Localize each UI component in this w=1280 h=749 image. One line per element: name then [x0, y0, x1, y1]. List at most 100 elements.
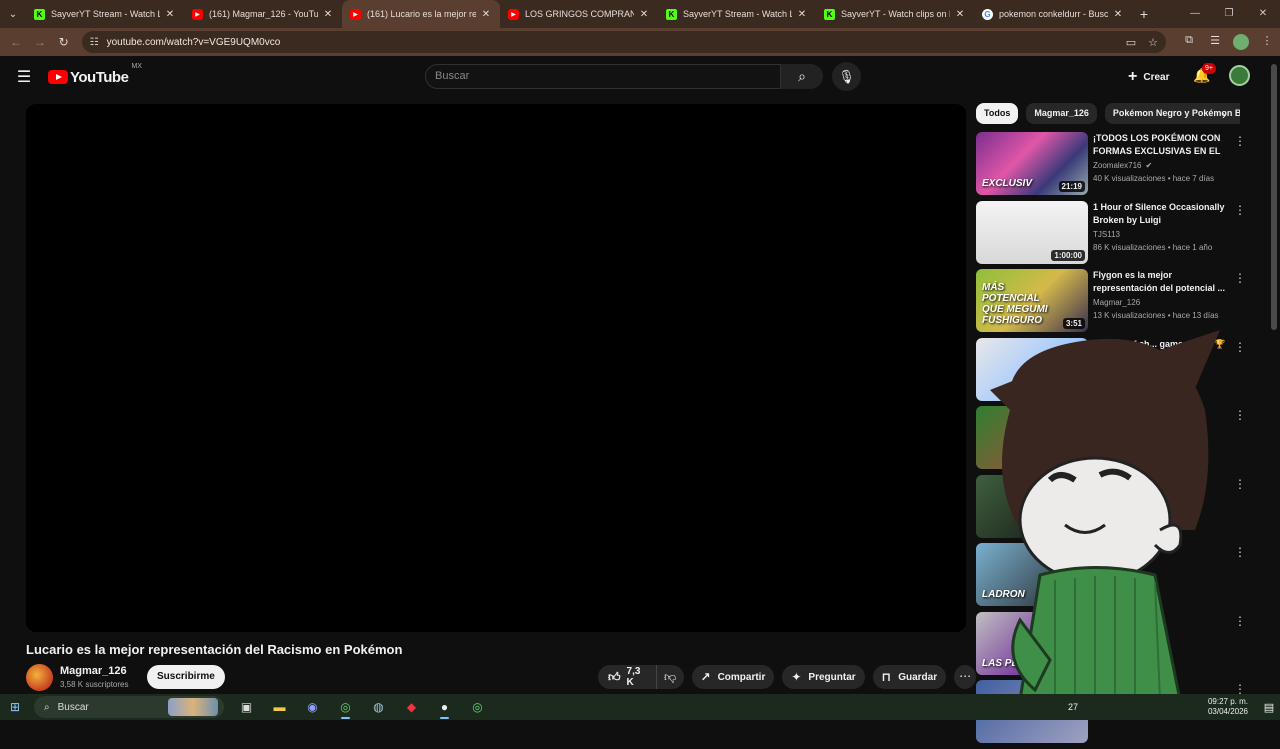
video-player[interactable] [26, 104, 966, 632]
video-thumbnail[interactable] [976, 406, 1088, 469]
more-vert-icon[interactable]: ⋮ [1234, 408, 1246, 422]
game-app-icon[interactable]: ◆ [395, 694, 428, 720]
chips-next-arrow-icon[interactable]: › [1222, 108, 1226, 122]
more-actions-button[interactable]: ⋯ [954, 665, 977, 689]
recommendation-item[interactable]: LAS PEOR ...X ...NQUICIA 3 meses ⋮ [976, 611, 1246, 681]
recommendation-channel[interactable]: alf 🌙 [1093, 367, 1114, 376]
browser-menu-icon[interactable]: ⋮ [1254, 34, 1280, 50]
recommendation-item[interactable]: ...s ⋮ [976, 474, 1246, 544]
filter-chip[interactable]: Todos [976, 103, 1019, 124]
video-thumbnail[interactable]: 1:00:00 [976, 200, 1088, 264]
weather-temp[interactable]: 27 [1068, 702, 1078, 712]
save-button[interactable]: ⊓ Guardar [872, 665, 947, 689]
browser-tab[interactable]: Gpokemon conkeldurr - Buscar ✕ [974, 0, 1132, 28]
discord-icon[interactable]: ◉ [296, 694, 329, 720]
more-vert-icon[interactable]: ⋮ [1234, 545, 1246, 559]
steam-icon[interactable]: ◍ [362, 694, 395, 720]
more-vert-icon[interactable]: ⋮ [1234, 477, 1246, 491]
recommendation-channel[interactable]: TJS113 [1093, 230, 1120, 239]
subscribe-button[interactable]: Suscribirme [147, 665, 225, 689]
recommendation-item[interactable]: 1:00:00 1 Hour of Silence Occasionally Br… [976, 200, 1246, 270]
recommendation-title[interactable]: ¡TODOS LOS POKÉMON CON FORMAS EXCLUSIVAS… [1093, 132, 1228, 158]
video-thumbnail[interactable] [976, 474, 1088, 538]
notifications-button[interactable]: 🔔 9+ [1193, 63, 1216, 84]
tab-close-icon[interactable]: ✕ [954, 9, 966, 20]
chrome-icon[interactable]: ◎ [329, 694, 362, 720]
more-vert-icon[interactable]: ⋮ [1234, 614, 1246, 628]
account-avatar[interactable] [1229, 65, 1250, 86]
bookmark-star-icon[interactable]: ☆ [1148, 36, 1158, 49]
more-vert-icon[interactable]: ⋮ [1234, 203, 1246, 217]
address-bar[interactable]: ☷ youtube.com/watch?v=VGE9UQM0vco ▭ ☆ [81, 31, 1166, 53]
tab-close-icon[interactable]: ✕ [480, 9, 492, 20]
recommendation-title[interactable]: ...TA más [1093, 406, 1228, 419]
search-button[interactable]: ⌕ [781, 64, 823, 89]
video-thumbnail[interactable]: LADRON [976, 543, 1088, 606]
reload-button[interactable]: ↻ [52, 35, 76, 49]
chrome-profile-icon[interactable]: ◎ [461, 694, 494, 720]
file-explorer-icon[interactable]: ▬ [263, 694, 296, 720]
obs-icon[interactable]: ● [428, 694, 461, 720]
back-button[interactable]: ← [4, 35, 28, 49]
like-button[interactable]: 👍︎ 7,3 K [598, 665, 657, 689]
youtube-logo[interactable]: YouTube MX [48, 63, 142, 86]
clock[interactable]: 09:27 p. m. 03/04/2026 [1208, 697, 1248, 717]
browser-tab[interactable]: ▶ LOS GRINGOS COMPRAN BAS ✕ [500, 0, 658, 28]
filter-chip[interactable]: Pokémon Negro y Pokémon Blanco [1104, 103, 1240, 124]
voice-search-button[interactable]: 🎙 [832, 62, 861, 91]
browser-tab[interactable]: ▶ (161) Magmar_126 - YouTube ✕ [184, 0, 342, 28]
recommendation-item[interactable]: MÁS POTENCIAL QUE MEGUMI FUSHIGURO 3:51 Fl… [976, 269, 1246, 338]
recommendation-title[interactable]: ...X ...NQUICIA [1093, 612, 1228, 625]
notification-center-icon[interactable]: ▤ [1258, 701, 1280, 714]
more-vert-icon[interactable]: ⋮ [1234, 134, 1246, 148]
filter-chip[interactable]: Magmar_126 [1026, 103, 1097, 124]
recommendation-title[interactable]: ...ADAS en [1093, 680, 1228, 693]
browser-tab[interactable]: K SayverYT - Watch clips on Kick ✕ [816, 0, 974, 28]
site-info-icon[interactable]: ☷ [90, 37, 99, 48]
tab-close-icon[interactable]: ✕ [638, 9, 650, 20]
create-button[interactable]: + Crear [1128, 66, 1169, 88]
new-tab-button[interactable]: + [1132, 6, 1156, 22]
cast-icon[interactable]: ▭ [1126, 36, 1136, 49]
recommendation-channel[interactable]: Magmar_126 [1093, 298, 1140, 307]
page-scrollbar[interactable] [1271, 64, 1277, 330]
channel-avatar[interactable] [26, 664, 53, 691]
guide-menu-icon[interactable]: ☰ [0, 67, 48, 87]
tab-close-icon[interactable]: ✕ [322, 9, 334, 20]
reading-list-icon[interactable]: ☰ [1202, 34, 1228, 50]
tab-close-icon[interactable]: ✕ [796, 9, 808, 20]
extensions-icon[interactable]: ⧉ [1176, 34, 1202, 50]
start-windows-icon[interactable]: ⊞ [0, 700, 30, 714]
ask-button[interactable]: ✦ Preguntar [782, 665, 865, 689]
video-thumbnail[interactable]: LAS PEOR [976, 611, 1088, 675]
video-thumbnail[interactable]: MÁS POTENCIAL QUE MEGUMI FUSHIGURO 3:51 [976, 269, 1088, 332]
browser-tab[interactable]: K SayverYT Stream - Watch Live o ✕ [26, 0, 184, 28]
more-vert-icon[interactable]: ⋮ [1234, 271, 1246, 285]
recommendation-item[interactable]: LADRON hace 8 días ⋮ [976, 543, 1246, 612]
recommendation-title[interactable]: 1 Hour of Silence Occasionally Broken by… [1093, 201, 1228, 227]
recommendation-title[interactable]: Flygon es la mejor representación del po… [1093, 269, 1228, 295]
channel-name[interactable]: Magmar_126 [60, 665, 127, 677]
browser-tab[interactable]: K SayverYT Stream - Watch Live o ✕ [658, 0, 816, 28]
close-window-button[interactable]: ✕ [1246, 0, 1280, 28]
video-thumbnail[interactable] [976, 337, 1088, 401]
more-vert-icon[interactable]: ⋮ [1234, 340, 1246, 354]
restore-button[interactable]: ❐ [1212, 0, 1246, 28]
profile-avatar[interactable] [1233, 34, 1249, 50]
recommendation-channel[interactable]: Zoomalex716 ✔ [1093, 161, 1152, 170]
search-input[interactable]: Buscar [425, 64, 781, 89]
tab-close-icon[interactable]: ✕ [1112, 9, 1124, 20]
recommendation-item[interactable]: EXCLUSIV 21:19 ¡TODOS LOS POKÉMON CON FORM… [976, 132, 1246, 201]
share-button[interactable]: ↗ Compartir [691, 665, 775, 689]
tab-search-menu-button[interactable]: ⌄ [0, 0, 26, 28]
minimize-button[interactable]: — [1178, 0, 1212, 28]
tab-close-icon[interactable]: ✕ [164, 9, 176, 20]
recommendation-item[interactable]: ...TA más ...5 días ⋮ [976, 406, 1246, 475]
recommendation-title[interactable]: 2 hours of ch... game music 🏆 [1093, 338, 1228, 351]
task-view-icon[interactable]: ▣ [230, 694, 263, 720]
browser-tab[interactable]: ▶ (161) Lucario es la mejor repre ✕ [342, 0, 500, 28]
dislike-button[interactable]: 👎︎ [657, 665, 684, 689]
taskbar-search[interactable]: ⌕ Buscar [34, 696, 224, 718]
forward-button[interactable]: → [28, 35, 52, 49]
video-thumbnail[interactable]: EXCLUSIV 21:19 [976, 132, 1088, 195]
